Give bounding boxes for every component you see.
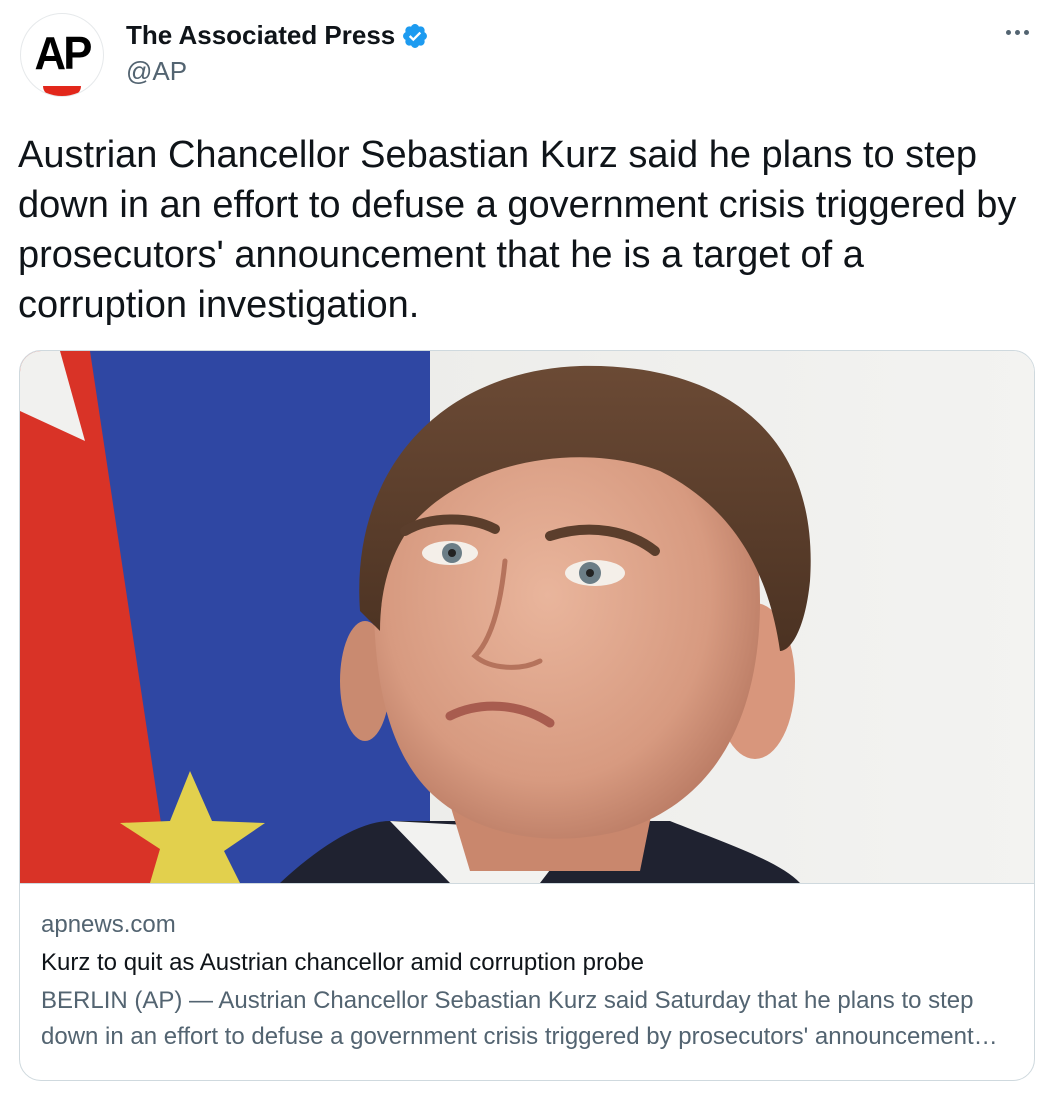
tweet-text: Austrian Chancellor Sebastian Kurz said … [18,134,1017,326]
link-card[interactable]: apnews.com Kurz to quit as Austrian chan… [19,350,1035,1081]
article-photo [20,351,1034,884]
card-meta: apnews.com Kurz to quit as Austrian chan… [41,909,1011,1055]
avatar[interactable]: AP [20,13,104,97]
dot [1015,30,1020,35]
card-title[interactable]: Kurz to quit as Austrian chancellor amid… [41,945,1011,981]
more-options-icon[interactable] [1006,22,1036,42]
ap-logo: AP [34,27,92,79]
dot [1024,30,1029,35]
card-domain: apnews.com [41,911,176,938]
dot [1006,30,1011,35]
ap-logo-red-bar [43,86,81,96]
display-name[interactable]: The Associated Press [126,20,395,51]
card-description: BERLIN (AP) — Austrian Chancellor Sebast… [41,987,974,1050]
author-name-row: The Associated Press [126,20,429,51]
verified-badge-icon [403,23,428,48]
handle[interactable]: @AP [126,56,187,87]
